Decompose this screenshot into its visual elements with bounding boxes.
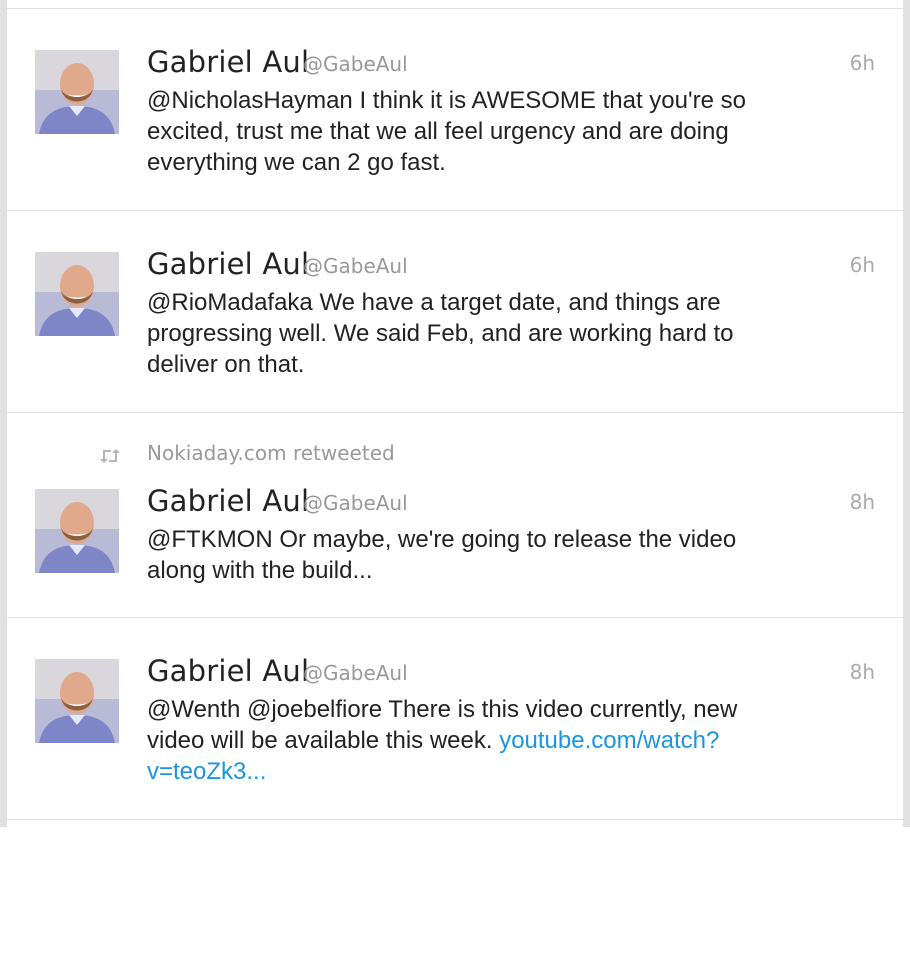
author-handle[interactable]: @GabeAul — [303, 52, 408, 76]
avatar[interactable] — [35, 252, 119, 336]
author-handle[interactable]: @GabeAul — [303, 491, 408, 515]
tweet-item[interactable]: Gabriel Aul @GabeAul 8h @Wenth @joebelfi… — [7, 618, 903, 820]
timeline[interactable]: Gabriel Aul @GabeAul 6h @NicholasHayman … — [7, 0, 903, 827]
author-name[interactable]: Gabriel Aul — [147, 484, 309, 518]
avatar[interactable] — [35, 50, 119, 134]
tweet-text: @FTKMON Or maybe, we're going to release… — [147, 526, 737, 584]
author-name[interactable]: Gabriel Aul — [147, 247, 309, 281]
author-handle[interactable]: @GabeAul — [303, 661, 408, 685]
tweet-timestamp[interactable]: 6h — [850, 253, 875, 277]
tweet-item[interactable]: Gabriel Aul @GabeAul 6h @NicholasHayman … — [7, 9, 903, 211]
author-name[interactable]: Gabriel Aul — [147, 45, 309, 79]
avatar[interactable] — [35, 489, 119, 573]
retweeted-by-label[interactable]: Nokiaday.com retweeted — [147, 441, 395, 465]
tweet-item[interactable]: Gabriel Aul @GabeAul 6h @RioMadafaka We … — [7, 211, 903, 413]
tweet-timestamp[interactable]: 8h — [850, 490, 875, 514]
tweet-timestamp[interactable]: 6h — [850, 51, 875, 75]
retweet-icon — [99, 448, 121, 464]
tweet-text: @Wenth @joebelfiore There is this video … — [147, 694, 772, 787]
tweet-item[interactable]: Nokiaday.com retweeted Gabriel Aul @Gabe… — [7, 413, 903, 618]
tweet-text: @RioMadafaka We have a target date, and … — [147, 289, 734, 378]
tweet-text: @NicholasHayman I think it is AWESOME th… — [147, 87, 746, 176]
tweet-timestamp[interactable]: 8h — [850, 660, 875, 684]
author-handle[interactable]: @GabeAul — [303, 254, 408, 278]
avatar[interactable] — [35, 659, 119, 743]
author-name[interactable]: Gabriel Aul — [147, 654, 309, 688]
